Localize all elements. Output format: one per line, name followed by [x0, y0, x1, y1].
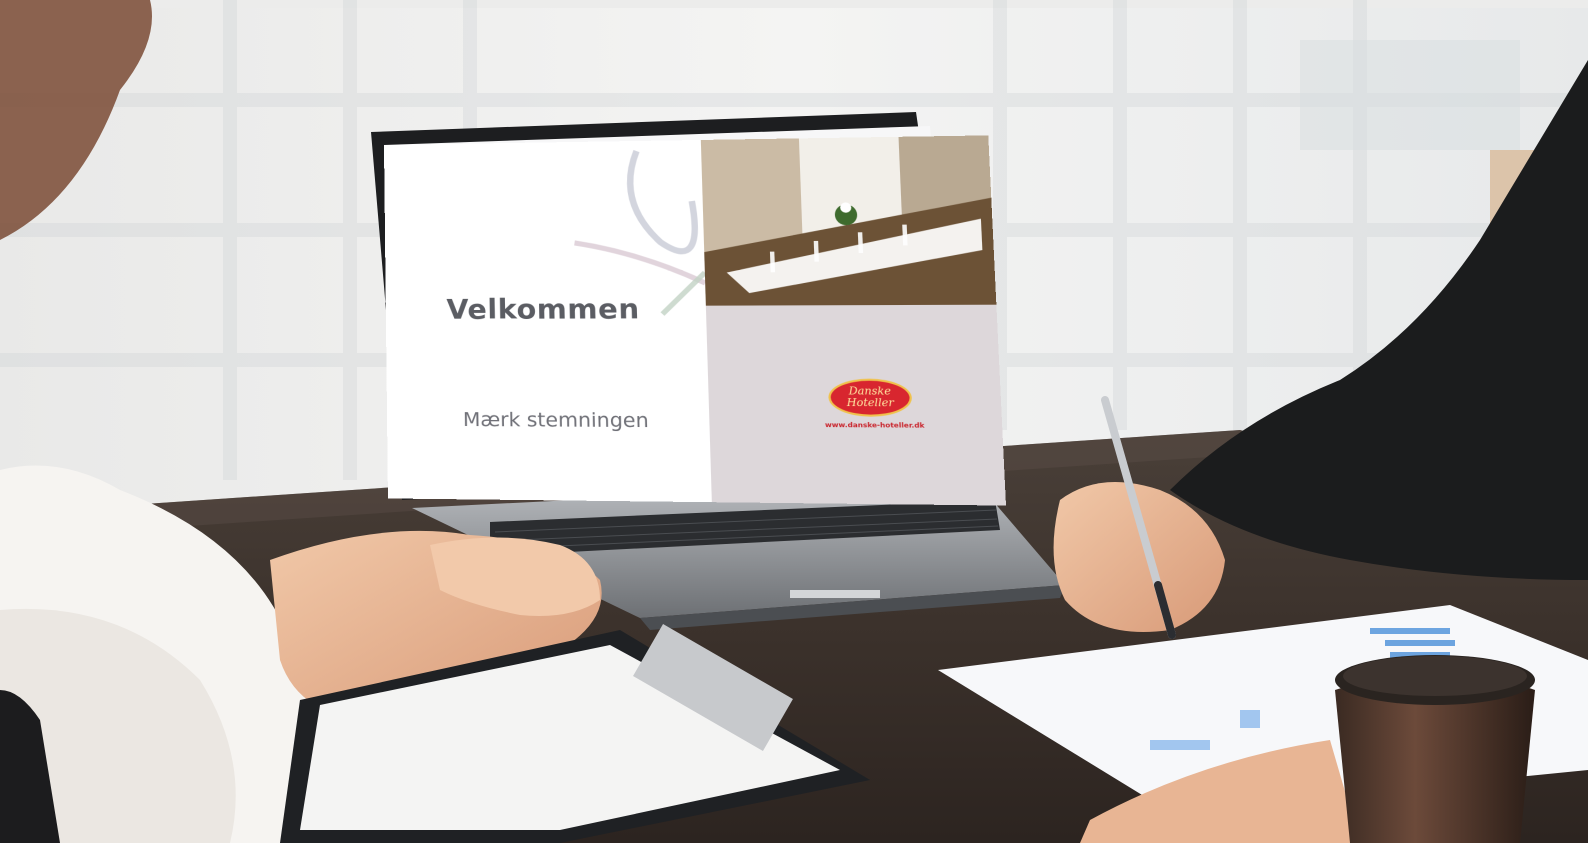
banquet-table-image [700, 135, 997, 306]
slide-title: Velkommen [446, 293, 641, 326]
logo-line-2: Hoteller [846, 397, 895, 410]
logo-url: www.danske-hoteller.dk [824, 420, 925, 430]
photo-scene: Velkommen Mærk stemningen Danske Hotelle… [0, 0, 1588, 843]
slide-subtitle: Mærk stemningen [462, 408, 649, 433]
slide-white-panel: Velkommen Mærk stemningen [384, 139, 712, 503]
laptop-screen-slide: Velkommen Mærk stemningen Danske Hotelle… [384, 135, 1006, 506]
danske-hoteller-logo: Danske Hoteller [827, 378, 913, 417]
logo-line-1: Danske [848, 385, 892, 398]
banquet-photo [700, 135, 997, 306]
